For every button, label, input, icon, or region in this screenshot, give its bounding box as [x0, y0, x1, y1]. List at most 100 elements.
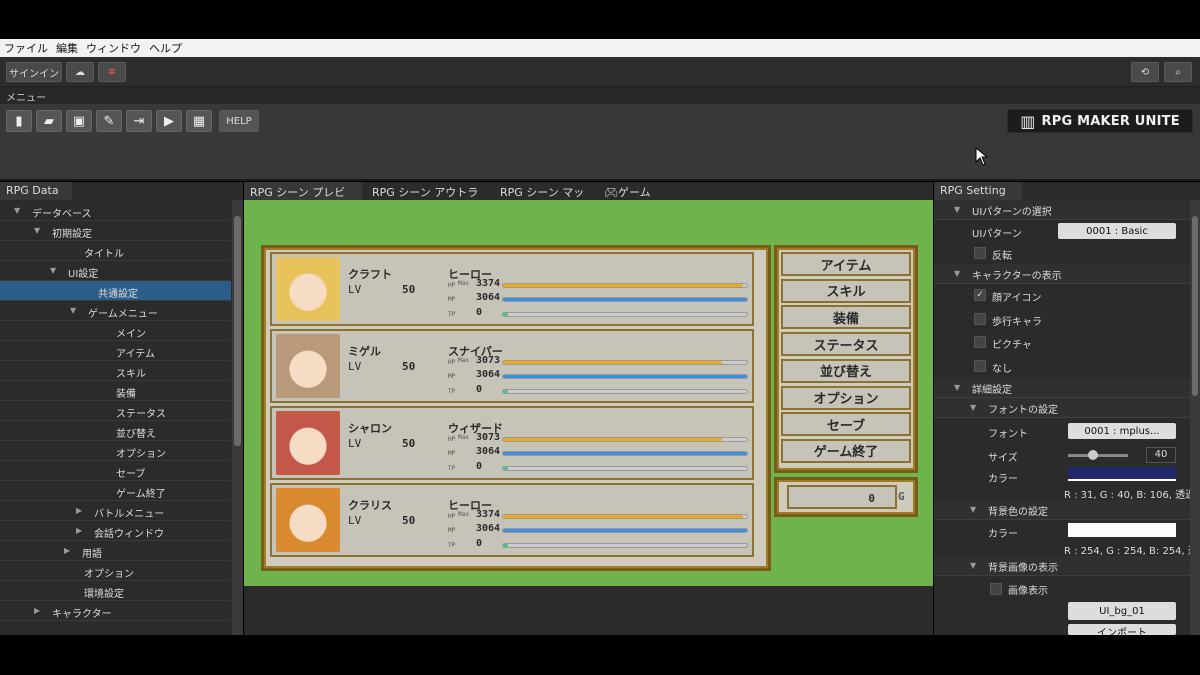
character-face-icon [276, 411, 340, 475]
tree-item[interactable]: ▼ データベース [0, 201, 231, 221]
ui-pattern-select[interactable]: 0001 : Basic [1058, 223, 1176, 239]
collapsed-arrow-icon[interactable]: ▶ [64, 546, 70, 555]
left-scrollbar[interactable] [232, 200, 243, 635]
help-button[interactable]: HELP [219, 110, 259, 132]
stat-gauge-fill [503, 390, 508, 393]
addon-icon[interactable]: ▦ [186, 110, 212, 132]
menu-command[interactable]: ステータス [781, 332, 911, 357]
size-slider[interactable] [1068, 450, 1128, 460]
font-color-swatch[interactable] [1068, 467, 1176, 481]
party-member-row[interactable]: ミゲル LV 50 スナイパー HP Max 3073 MP 3064 TP 0 [270, 329, 754, 403]
tree-item[interactable]: ゲーム終了 [0, 481, 231, 501]
tab-rpg-setting[interactable]: RPG Setting [934, 182, 1022, 200]
edit-icon[interactable]: ✎ [96, 110, 122, 132]
size-slider-thumb[interactable] [1088, 450, 1098, 460]
tree-item[interactable]: ▶ 会話ウィンドウ [0, 521, 231, 541]
expanded-arrow-icon[interactable]: ▼ [70, 306, 76, 315]
menu-help[interactable]: ヘルプ [149, 40, 182, 56]
tab-game[interactable]: 🎮︎ゲーム [600, 182, 660, 200]
save-icon[interactable]: ▣ [66, 110, 92, 132]
font-select[interactable]: 0001 : mplus... [1068, 423, 1176, 439]
size-input[interactable]: 40 [1146, 447, 1176, 463]
right-scroll-thumb[interactable] [1192, 216, 1198, 396]
party-member-row[interactable]: クラフト LV 50 ヒーロー HP Max 3374 MP 3064 TP 0 [270, 252, 754, 326]
tree-item[interactable]: 共通設定 [0, 281, 231, 301]
expanded-arrow-icon[interactable]: ▼ [50, 266, 56, 275]
tree-item[interactable]: メイン [0, 321, 231, 341]
menu-file[interactable]: ファイル [4, 40, 48, 56]
new-file-icon[interactable]: ▮ [6, 110, 32, 132]
hp-label: HP [448, 282, 456, 289]
search-icon[interactable]: ⌕ [1164, 62, 1192, 82]
expanded-arrow-icon[interactable]: ▼ [14, 206, 20, 215]
party-member-row[interactable]: クラリス LV 50 ヒーロー HP Max 3374 MP 3064 TP 0 [270, 483, 754, 557]
option-checkbox[interactable]: ✓ [974, 289, 986, 301]
option-label: 歩行キャラ [992, 316, 1042, 328]
tab-rpg-data[interactable]: RPG Data [0, 182, 72, 200]
party-member-row[interactable]: シャロン LV 50 ウィザード HP Max 3073 MP 3064 TP 0 [270, 406, 754, 480]
tree-item[interactable]: セーブ [0, 461, 231, 481]
deploy-icon[interactable]: ⇥ [126, 110, 152, 132]
menu-command[interactable]: ゲーム終了 [781, 438, 911, 463]
expanded-arrow-icon[interactable]: ▼ [34, 226, 40, 235]
tree-item-label: UI設定 [68, 269, 99, 280]
tree-item[interactable]: 環境設定 [0, 581, 231, 601]
collapsed-arrow-icon[interactable]: ▶ [34, 606, 40, 615]
font-row: フォント 0001 : mplus... [934, 420, 1190, 442]
menu-edit[interactable]: 編集 [56, 40, 78, 56]
tab-scene-outline[interactable]: RPG シーン アウトライン [366, 182, 488, 215]
option-checkbox[interactable] [974, 312, 986, 325]
history-icon[interactable]: ⟲ [1131, 62, 1159, 82]
section-font[interactable]: ▼ フォントの設定 [934, 398, 1190, 418]
menu-window[interactable]: ウィンドウ [86, 40, 141, 56]
account-toolbar: サインイン ☁ ✲ ⟲ ⌕ [0, 57, 1200, 87]
tree-item[interactable]: ▼ UI設定 [0, 261, 231, 281]
tree-item[interactable]: タイトル [0, 241, 231, 261]
menu-command[interactable]: オプション [781, 385, 911, 410]
tab-scene-preview[interactable]: RPG シーン プレビュー [244, 182, 362, 215]
play-icon[interactable]: ▶ [156, 110, 182, 132]
menu-command[interactable]: アイテム [781, 252, 911, 276]
collab-icon[interactable]: ✲ [98, 62, 126, 82]
menu-command[interactable]: 並び替え [781, 358, 911, 383]
import-button[interactable]: インポート [1068, 624, 1176, 635]
collapsed-arrow-icon[interactable]: ▶ [76, 506, 82, 515]
font-color-label: カラー [988, 474, 1018, 485]
tree-item[interactable]: ▶ バトルメニュー [0, 501, 231, 521]
tree-item[interactable]: アイテム [0, 341, 231, 361]
tree-item[interactable]: オプション [0, 441, 231, 461]
tree-item[interactable]: ステータス [0, 401, 231, 421]
section-ui-pattern[interactable]: ▼ UIパターンの選択 [934, 200, 1190, 220]
size-label: サイズ [988, 453, 1018, 464]
tree-item[interactable]: ▼ ゲームメニュー [0, 301, 231, 321]
tp-value: 0 [476, 307, 483, 318]
tree-item[interactable]: オプション [0, 561, 231, 581]
option-checkbox[interactable] [974, 359, 986, 372]
tree-item[interactable]: 並び替え [0, 421, 231, 441]
section-detail[interactable]: ▼ 詳細設定 [934, 378, 1190, 398]
section-bg-image[interactable]: ▼ 背景画像の表示 [934, 556, 1190, 576]
tree-item[interactable]: ▶ キャラクター [0, 601, 231, 621]
bg-color-swatch[interactable] [1068, 523, 1176, 537]
cloud-icon[interactable]: ☁ [66, 62, 94, 82]
image-display-checkbox[interactable] [990, 583, 1002, 595]
flip-checkbox[interactable] [974, 247, 986, 259]
tree-item[interactable]: ▶ 用語 [0, 541, 231, 561]
open-folder-icon[interactable]: ▰ [36, 110, 62, 132]
menu-command[interactable]: セーブ [781, 412, 911, 437]
option-checkbox[interactable] [974, 336, 986, 348]
tree-item[interactable]: スキル [0, 361, 231, 381]
section-bg-color[interactable]: ▼ 背景色の設定 [934, 500, 1190, 520]
bg-image-select[interactable]: UI_bg_01 [1068, 602, 1176, 620]
signin-button[interactable]: サインイン [6, 62, 62, 82]
tree-item[interactable]: 装備 [0, 381, 231, 401]
collapsed-arrow-icon[interactable]: ▶ [76, 526, 82, 535]
left-scroll-thumb[interactable] [234, 216, 241, 446]
tree-item[interactable]: ▼ 初期設定 [0, 221, 231, 241]
menu-command[interactable]: 装備 [781, 305, 911, 330]
right-scrollbar[interactable] [1190, 200, 1200, 635]
tab-scene-map[interactable]: RPG シーン マップ [494, 182, 594, 215]
section-char-display[interactable]: ▼ キャラクターの表示 [934, 264, 1190, 284]
menu-command[interactable]: スキル [781, 278, 911, 303]
tree-item-label: オプション [116, 449, 166, 460]
